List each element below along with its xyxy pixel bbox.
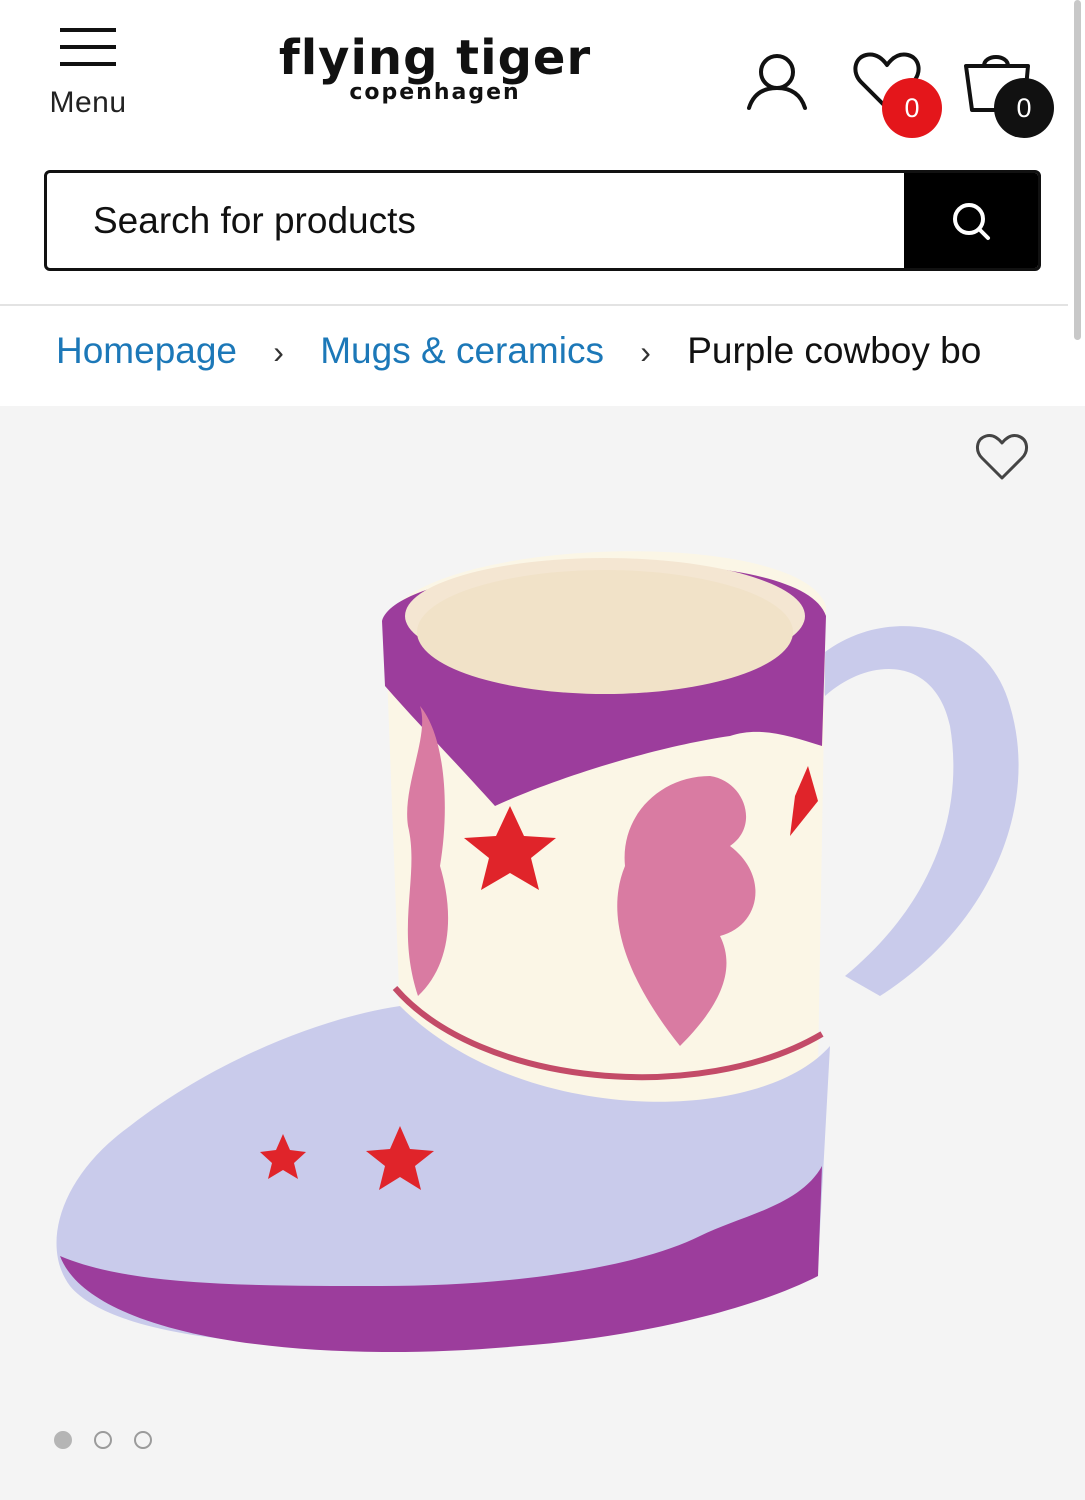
menu-label: Menu <box>49 86 127 119</box>
carousel-dot[interactable] <box>94 1431 112 1449</box>
search-input[interactable] <box>47 173 907 268</box>
cart-button[interactable]: 0 <box>962 50 1054 138</box>
add-to-wishlist-button[interactable] <box>975 432 1029 487</box>
hamburger-icon <box>60 28 116 66</box>
breadcrumb-current: Purple cowboy bo <box>687 330 982 371</box>
chevron-right-icon: › <box>640 334 651 370</box>
menu-button[interactable]: Menu <box>40 26 136 120</box>
page-scrollbar[interactable] <box>1074 0 1081 340</box>
search-button[interactable] <box>904 173 1038 268</box>
carousel-dot[interactable] <box>134 1431 152 1449</box>
product-image <box>56 551 1019 1352</box>
carousel-dots <box>54 1431 152 1449</box>
logo[interactable]: flying tiger copenhagen <box>270 32 600 104</box>
breadcrumb-link-homepage[interactable]: Homepage <box>56 330 237 371</box>
heart-outline-icon <box>976 434 1028 480</box>
search-icon <box>953 202 990 240</box>
product-gallery[interactable] <box>0 406 1085 1500</box>
chevron-right-icon: › <box>273 334 284 370</box>
carousel-dot[interactable] <box>54 1431 72 1449</box>
wishlist-button[interactable]: 0 <box>852 50 942 138</box>
breadcrumb-link-mugs-ceramics[interactable]: Mugs & ceramics <box>320 330 604 371</box>
logo-text: flying tiger <box>278 30 592 86</box>
wishlist-count-badge: 0 <box>882 78 942 138</box>
cart-count-badge: 0 <box>994 78 1054 138</box>
search-bar <box>44 170 1041 271</box>
site-header: Menu flying tiger copenhagen 0 0 <box>0 0 1085 150</box>
account-button[interactable] <box>744 52 810 117</box>
header-divider <box>0 304 1068 306</box>
breadcrumb: Homepage › Mugs & ceramics › Purple cowb… <box>56 330 1024 384</box>
user-icon <box>747 54 807 110</box>
